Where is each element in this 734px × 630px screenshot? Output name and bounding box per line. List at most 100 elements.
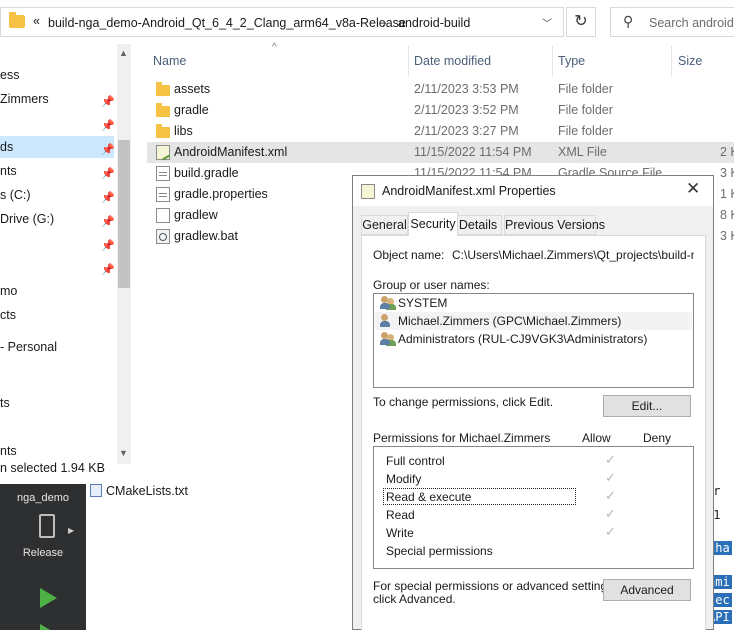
pin-icon[interactable]: 📌: [101, 119, 115, 132]
nav-item[interactable]: nts: [0, 444, 17, 458]
pin-icon[interactable]: 📌: [101, 143, 115, 156]
nav-item[interactable]: - Personal: [0, 340, 57, 354]
breadcrumb-overflow[interactable]: «: [33, 14, 40, 28]
file-size: 2 K: [720, 145, 734, 159]
column-divider[interactable]: [671, 46, 672, 76]
file-icon: [156, 208, 170, 223]
pin-icon[interactable]: 📌: [101, 95, 115, 108]
pin-icon[interactable]: 📌: [101, 191, 115, 204]
file-name: gradle: [174, 103, 209, 117]
user-name: Administrators (RUL-CJ9VGK3\Administrato…: [398, 332, 648, 346]
qt-sidebar: nga_demo ▶ Release: [0, 484, 86, 630]
list-item[interactable]: Michael.Zimmers (GPC\Michael.Zimmers): [375, 312, 692, 330]
close-icon[interactable]: ✕: [686, 179, 700, 199]
advanced-hint-text: click Advanced.: [373, 592, 456, 606]
list-item[interactable]: SYSTEM: [375, 294, 692, 312]
chevron-right-icon[interactable]: ▶: [68, 526, 74, 535]
permissions-list[interactable]: Full control ✓ Modify ✓ Read & execute ✓…: [373, 446, 694, 569]
nav-item[interactable]: mo: [0, 284, 17, 298]
dialog-title-bar[interactable]: AndroidManifest.xml Properties ✕: [353, 176, 713, 206]
list-item[interactable]: Administrators (RUL-CJ9VGK3\Administrato…: [375, 330, 692, 348]
file-row[interactable]: assets 2/11/2023 3:53 PM File folder: [147, 79, 734, 100]
search-icon: ⚲: [623, 13, 634, 29]
group-names-label: Group or user names:: [373, 278, 490, 292]
folder-icon: [156, 103, 170, 117]
file-date: 2/11/2023 3:53 PM: [414, 82, 519, 96]
chevron-down-icon[interactable]: ﹀: [542, 15, 552, 30]
change-permissions-text: To change permissions, click Edit.: [373, 395, 554, 409]
breadcrumb-item[interactable]: android-build: [398, 16, 470, 30]
nav-item[interactable]: ds: [0, 140, 13, 154]
user-list[interactable]: SYSTEM Michael.Zimmers (GPC\Michael.Zimm…: [373, 293, 694, 388]
file-name: gradlew: [174, 208, 218, 222]
file-name: libs: [174, 124, 193, 138]
address-bar[interactable]: « build-nga_demo-Android_Qt_6_4_2_Clang_…: [0, 7, 564, 37]
project-tree-item[interactable]: CMakeLists.txt: [90, 484, 188, 498]
file-row[interactable]: libs 2/11/2023 3:27 PM File folder: [147, 121, 734, 142]
file-type: File folder: [558, 124, 613, 138]
pin-icon[interactable]: 📌: [101, 239, 115, 252]
pin-icon[interactable]: 📌: [101, 167, 115, 180]
pin-icon[interactable]: 📌: [101, 215, 115, 228]
status-bar-text: n selected 1.94 KB: [0, 461, 105, 475]
file-size: 8 K: [720, 208, 734, 222]
checkmark-icon: ✓: [605, 452, 616, 467]
column-header-type[interactable]: Type: [558, 54, 585, 68]
group-icon: [380, 296, 396, 310]
xml-file-icon: [156, 145, 170, 160]
column-header-size[interactable]: Size: [678, 54, 702, 68]
tab-general[interactable]: General: [361, 215, 408, 235]
android-device-icon[interactable]: [39, 514, 55, 538]
scroll-up-icon[interactable]: ▲: [119, 48, 128, 58]
nav-item[interactable]: ess: [0, 68, 19, 82]
column-header-name[interactable]: Name: [153, 54, 186, 68]
file-name: gradle.properties: [174, 187, 268, 201]
debug-run-icon[interactable]: [40, 624, 57, 630]
allow-column-label: Allow: [582, 431, 611, 445]
nav-item[interactable]: Drive (G:): [0, 212, 54, 226]
chevron-right-icon[interactable]: ›: [382, 14, 387, 30]
search-input[interactable]: ⚲ Search android-: [610, 7, 734, 37]
file-name: build.gradle: [174, 166, 239, 180]
file-row[interactable]: gradle 2/11/2023 3:52 PM File folder: [147, 100, 734, 121]
nav-item[interactable]: ts: [0, 396, 10, 410]
column-header-date[interactable]: Date modified: [414, 54, 491, 68]
file-date: 11/15/2022 11:54 PM: [414, 145, 532, 159]
run-icon[interactable]: [40, 588, 57, 608]
checkmark-icon: ✓: [605, 470, 616, 485]
file-row-selected[interactable]: AndroidManifest.xml 11/15/2022 11:54 PM …: [147, 142, 734, 163]
build-config-label[interactable]: Release: [0, 547, 86, 559]
nav-scrollbar-thumb[interactable]: [118, 140, 130, 288]
file-type: File folder: [558, 103, 613, 117]
file-name: AndroidManifest.xml: [174, 145, 288, 159]
nav-item[interactable]: nts: [0, 164, 17, 178]
group-icon: [380, 332, 396, 346]
kit-label[interactable]: nga_demo: [0, 492, 86, 504]
qt-editor-area: [86, 484, 352, 630]
column-divider[interactable]: [552, 46, 553, 76]
breadcrumb-item[interactable]: build-nga_demo-Android_Qt_6_4_2_Clang_ar…: [48, 16, 406, 30]
refresh-icon[interactable]: ↻: [566, 7, 596, 37]
nav-item[interactable]: s (C:): [0, 188, 31, 202]
permission-name: Read & execute: [386, 490, 472, 504]
permissions-for-label: Permissions for Michael.Zimmers: [373, 431, 551, 445]
nav-item[interactable]: cts: [0, 308, 16, 322]
permission-name: Modify: [386, 472, 422, 486]
batch-file-icon: [156, 229, 170, 244]
permission-name: Full control: [386, 454, 445, 468]
scroll-down-icon[interactable]: ▼: [119, 448, 128, 458]
folder-icon: [156, 124, 170, 138]
tab-security[interactable]: Security: [408, 212, 458, 236]
tab-details[interactable]: Details: [454, 215, 502, 235]
permission-name: Read: [386, 508, 415, 522]
edit-button[interactable]: Edit...: [603, 395, 691, 417]
column-divider[interactable]: [408, 46, 409, 76]
file-type: File folder: [558, 82, 613, 96]
pin-icon[interactable]: 📌: [101, 263, 115, 276]
file-name: gradlew.bat: [174, 229, 238, 243]
deny-column-label: Deny: [643, 431, 672, 445]
advanced-button[interactable]: Advanced: [603, 579, 691, 601]
tab-previous-versions[interactable]: Previous Versions: [504, 215, 605, 235]
checkmark-icon: ✓: [605, 488, 616, 503]
nav-item[interactable]: Zimmers: [0, 92, 49, 106]
